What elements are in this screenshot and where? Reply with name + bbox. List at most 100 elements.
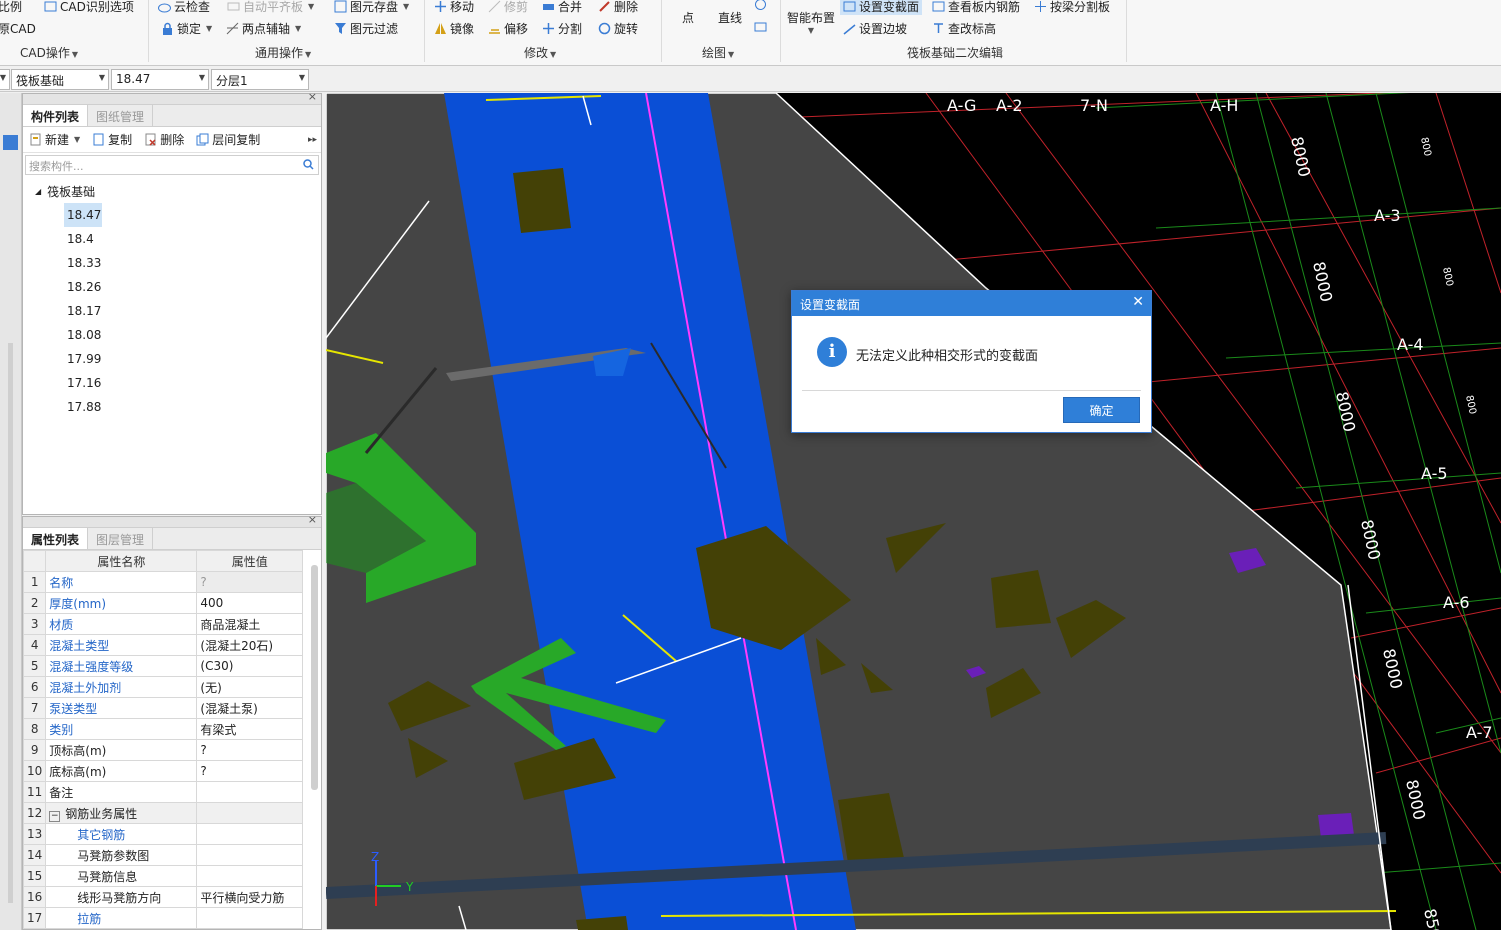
property-value[interactable]: (无) bbox=[196, 676, 303, 698]
property-row[interactable]: 2 厚度(mm) 400 bbox=[22, 592, 303, 614]
property-row[interactable]: 12− 钢筋业务属性 bbox=[22, 802, 303, 824]
property-row[interactable]: 15 马凳筋信息 bbox=[22, 865, 303, 887]
tab-drawing-management[interactable]: 图纸管理 bbox=[88, 105, 154, 126]
tab-property-list[interactable]: 属性列表 bbox=[23, 528, 89, 549]
close-icon[interactable]: × bbox=[308, 90, 317, 103]
tree-item[interactable]: 18.33 bbox=[64, 251, 102, 275]
property-row[interactable]: 14 马凳筋参数图 bbox=[22, 844, 303, 866]
property-row[interactable]: 8 类别 有梁式 bbox=[22, 718, 303, 740]
ribbon-arc-button[interactable] bbox=[754, 0, 767, 11]
component-name-select[interactable]: 18.47 ▼ bbox=[111, 69, 209, 90]
ribbon-point-button[interactable]: 点 bbox=[682, 9, 694, 26]
ribbon-rotate-button[interactable]: 旋转 bbox=[598, 20, 638, 37]
collapse-triangle-icon[interactable]: ◢ bbox=[35, 187, 41, 196]
property-row[interactable]: 1 名称? bbox=[22, 571, 303, 593]
property-row[interactable]: 11 备注 bbox=[22, 781, 303, 803]
ribbon-variable-section-button[interactable]: 设置变截面 bbox=[840, 0, 923, 15]
property-value[interactable]: (C30) bbox=[196, 655, 303, 677]
property-value[interactable] bbox=[196, 823, 303, 845]
ribbon-trim-button[interactable]: 修剪 bbox=[488, 0, 528, 15]
property-value[interactable]: ? bbox=[196, 760, 303, 782]
copy-button[interactable]: 复制 bbox=[92, 131, 132, 148]
property-value[interactable] bbox=[196, 802, 303, 824]
3d-viewport[interactable]: A-G A-2 7-N A-H A-3 A-4 A-5 A-6 A-7 8000… bbox=[326, 93, 1501, 930]
property-row[interactable]: 5 混凝土强度等级 (C30) bbox=[22, 655, 303, 677]
dialog-ok-button[interactable]: 确定 bbox=[1063, 397, 1140, 423]
ribbon-save-element-button[interactable]: 图元存盘 ▼ bbox=[334, 0, 409, 15]
close-icon[interactable]: × bbox=[308, 513, 317, 526]
tree-item[interactable]: 17.88 bbox=[64, 395, 102, 419]
property-row[interactable]: 17 拉筋 bbox=[22, 907, 303, 929]
ribbon-cad-options-button[interactable]: CAD识别选项 bbox=[44, 0, 134, 15]
ribbon-mirror-button[interactable]: 镜像 bbox=[434, 20, 474, 37]
property-value[interactable]: (混凝土20石) bbox=[196, 634, 303, 656]
property-value[interactable]: 商品混凝土 bbox=[196, 613, 303, 635]
property-row[interactable]: 4 混凝土类型 (混凝土20石) bbox=[22, 634, 303, 656]
ribbon-scale-button[interactable]: 比例 bbox=[0, 0, 22, 15]
ribbon-lock-button[interactable]: 锁定 ▼ bbox=[161, 20, 212, 37]
property-name: 底标高(m) bbox=[45, 760, 198, 782]
property-value[interactable] bbox=[196, 907, 303, 929]
property-value[interactable]: 有梁式 bbox=[196, 718, 303, 740]
tree-item[interactable]: 18.17 bbox=[64, 299, 102, 323]
more-icon[interactable]: ▸▸ bbox=[308, 135, 317, 145]
ribbon-smart-layout-button[interactable]: 智能布置 ▼ bbox=[787, 9, 835, 35]
ribbon-filter-button[interactable]: 图元过滤 bbox=[334, 20, 398, 37]
row-number: 10 bbox=[22, 760, 47, 782]
property-row[interactable]: 16 线形马凳筋方向 平行横向受力筋 bbox=[22, 886, 303, 908]
property-value[interactable]: ? bbox=[196, 571, 303, 593]
left-combo-stub[interactable]: ▼ bbox=[0, 69, 10, 90]
tab-component-list[interactable]: 构件列表 bbox=[23, 105, 89, 126]
property-row[interactable]: 9 顶标高(m)? bbox=[22, 739, 303, 761]
component-type-select[interactable]: 筏板基础 ▼ bbox=[11, 69, 109, 90]
property-scrollbar[interactable] bbox=[311, 565, 318, 790]
ribbon-two-point-axis-button[interactable]: 两点辅轴 ▼ bbox=[226, 20, 301, 37]
ribbon-auto-align-button[interactable]: 自动平齐板 ▼ bbox=[227, 0, 314, 15]
delete-button[interactable]: 删除 bbox=[144, 131, 184, 148]
layer-select[interactable]: 分层1 ▼ bbox=[211, 69, 309, 90]
tree-item[interactable]: 18.4 bbox=[64, 227, 102, 251]
collapse-icon[interactable]: − bbox=[49, 810, 61, 822]
new-button[interactable]: 新建 ▼ bbox=[29, 131, 80, 148]
property-row[interactable]: 13 其它钢筋 bbox=[22, 823, 303, 845]
ribbon-rect-button[interactable] bbox=[754, 20, 767, 33]
property-value[interactable] bbox=[196, 781, 303, 803]
chevron-down-icon: ▼ bbox=[98, 73, 105, 82]
tree-item[interactable]: 18.47 bbox=[64, 203, 102, 227]
property-value[interactable] bbox=[196, 844, 303, 866]
ribbon-cloud-check-button[interactable]: 云检查 bbox=[158, 0, 210, 15]
interlayer-copy-button[interactable]: 层间复制 bbox=[196, 131, 260, 148]
tab-layer-management[interactable]: 图层管理 bbox=[88, 528, 154, 549]
property-value[interactable]: 400 bbox=[196, 592, 303, 614]
property-row[interactable]: 3 材质 商品混凝土 bbox=[22, 613, 303, 635]
tree-item[interactable]: 18.08 bbox=[64, 323, 102, 347]
property-value[interactable]: ? bbox=[196, 739, 303, 761]
ribbon-view-rebar-button[interactable]: 查看板内钢筋 bbox=[932, 0, 1020, 15]
tree-item[interactable]: 17.99 bbox=[64, 347, 102, 371]
ribbon-delete-button[interactable]: 删除 bbox=[598, 0, 638, 15]
tree-root-raft[interactable]: ◢ 筏板基础 bbox=[35, 179, 321, 203]
tree-item[interactable]: 17.16 bbox=[64, 371, 102, 395]
ribbon-merge-button[interactable]: 合并 bbox=[542, 0, 582, 15]
property-value[interactable]: (混凝土泵) bbox=[196, 697, 303, 719]
ribbon-cad-button[interactable]: 原CAD bbox=[0, 20, 36, 37]
ribbon-move-button[interactable]: 移动 bbox=[434, 0, 474, 15]
property-row[interactable]: 6 混凝土外加剂 (无) bbox=[22, 676, 303, 698]
ribbon-split-by-beam-button[interactable]: 按梁分割板 bbox=[1034, 0, 1110, 15]
dialog-close-button[interactable]: ✕ bbox=[1132, 294, 1144, 310]
tree-item[interactable]: 18.26 bbox=[64, 275, 102, 299]
dock-icon[interactable] bbox=[3, 135, 18, 150]
ribbon-split-button[interactable]: 分割 bbox=[542, 20, 582, 37]
viewport-canvas[interactable]: A-G A-2 7-N A-H A-3 A-4 A-5 A-6 A-7 8000… bbox=[326, 93, 1501, 930]
dock-scrollbar[interactable] bbox=[8, 343, 13, 903]
property-row[interactable]: 10 底标高(m)? bbox=[22, 760, 303, 782]
property-name: 其它钢筋 bbox=[45, 823, 198, 845]
ribbon-offset-button[interactable]: 偏移 bbox=[488, 20, 528, 37]
ribbon-elevation-button[interactable]: 查改标高 bbox=[932, 20, 996, 37]
ribbon-slope-button[interactable]: 设置边坡 bbox=[843, 20, 907, 37]
property-value[interactable] bbox=[196, 865, 303, 887]
component-search-input[interactable]: 搜索构件... bbox=[25, 155, 319, 175]
property-value[interactable]: 平行横向受力筋 bbox=[196, 886, 303, 908]
ribbon-line-button[interactable]: 直线 bbox=[718, 9, 742, 26]
property-row[interactable]: 7 泵送类型 (混凝土泵) bbox=[22, 697, 303, 719]
